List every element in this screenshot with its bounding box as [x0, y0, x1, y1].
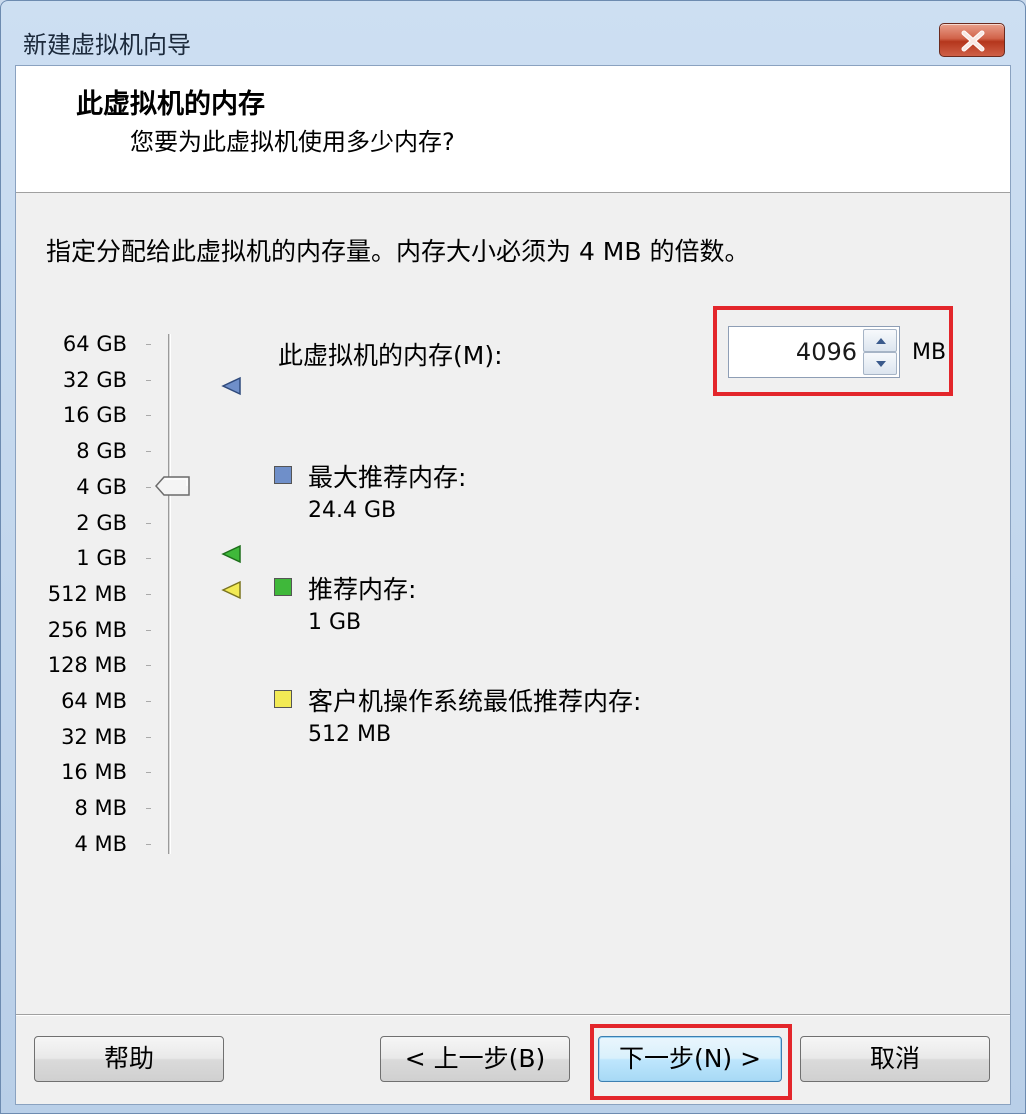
guest-min-marker-icon: [221, 580, 241, 600]
scale-label: 512 MB: [47, 581, 127, 606]
max-recommended-title: 最大推荐内存:: [308, 463, 467, 492]
recommended-swatch: [274, 578, 292, 596]
scale-label: 32 GB: [62, 367, 127, 392]
scale-tick: [146, 522, 151, 524]
memory-label: 此虚拟机的内存(M):: [278, 341, 503, 370]
scale-label: 4 GB: [76, 474, 127, 499]
scale-label: 128 MB: [47, 653, 127, 678]
scale-tick: [146, 629, 151, 631]
scale-tick: [146, 486, 151, 488]
instruction-text: 指定分配给此虚拟机的内存量。内存大小必须为 4 MB 的倍数。: [46, 237, 750, 266]
scale-tick: [146, 451, 151, 453]
page-title: 此虚拟机的内存: [76, 89, 265, 120]
back-button[interactable]: < 上一步(B): [380, 1036, 570, 1082]
memory-slider-track[interactable]: [168, 334, 171, 854]
scale-tick: [146, 701, 151, 702]
scale-label: 1 GB: [76, 546, 127, 571]
memory-highlight-box: [713, 306, 953, 396]
guest-min-title: 客户机操作系统最低推荐内存:: [308, 687, 642, 716]
scale-tick: [146, 344, 151, 345]
recommended-marker-icon: [221, 544, 241, 564]
scale-label: 8 MB: [74, 796, 127, 821]
scale-label: 8 GB: [76, 439, 127, 464]
scale-tick: [146, 736, 151, 738]
close-button[interactable]: [939, 23, 1005, 57]
help-button[interactable]: 帮助: [34, 1036, 224, 1082]
scale-tick: [146, 772, 151, 774]
scale-tick: [146, 808, 151, 810]
scale-tick: [146, 665, 151, 667]
scale-label: 256 MB: [47, 617, 127, 642]
max-recommended-swatch: [274, 466, 292, 484]
scale-tick: [146, 415, 151, 417]
wizard-body: 此虚拟机的内存 您要为此虚拟机使用多少内存? 指定分配给此虚拟机的内存量。内存大…: [15, 65, 1011, 1105]
recommended-value: 1 GB: [308, 610, 362, 635]
scale-label: 4 MB: [74, 831, 127, 856]
max-recommended-marker-icon: [221, 376, 241, 396]
guest-min-swatch: [274, 690, 292, 708]
scale-label: 16 MB: [61, 760, 127, 785]
scale-label: 64 GB: [62, 332, 127, 356]
close-icon: [961, 30, 985, 52]
scale-label: 64 MB: [61, 689, 127, 713]
guest-min-value: 512 MB: [308, 722, 392, 747]
footer-divider: [16, 1014, 1010, 1016]
wizard-header: 此虚拟机的内存 您要为此虚拟机使用多少内存?: [16, 66, 1010, 193]
window-title: 新建虚拟机向导: [23, 31, 191, 59]
next-highlight-box: [590, 1024, 792, 1100]
scale-label: 16 GB: [62, 403, 127, 428]
scale-label: 2 GB: [76, 510, 127, 535]
scale-tick: [146, 843, 151, 845]
scale-tick: [146, 379, 151, 381]
scale-tick: [146, 593, 151, 595]
memory-slider-thumb[interactable]: [155, 476, 191, 496]
page-subtitle: 您要为此虚拟机使用多少内存?: [130, 128, 455, 156]
recommended-title: 推荐内存:: [308, 575, 417, 604]
cancel-button[interactable]: 取消: [800, 1036, 990, 1082]
new-vm-wizard-window: 新建虚拟机向导 此虚拟机的内存 您要为此虚拟机使用多少内存? 指定分配给此虚拟机…: [0, 0, 1026, 1114]
scale-tick: [146, 558, 151, 560]
scale-label: 32 MB: [61, 724, 127, 749]
max-recommended-value: 24.4 GB: [308, 498, 397, 523]
title-bar[interactable]: 新建虚拟机向导: [1, 1, 1025, 65]
